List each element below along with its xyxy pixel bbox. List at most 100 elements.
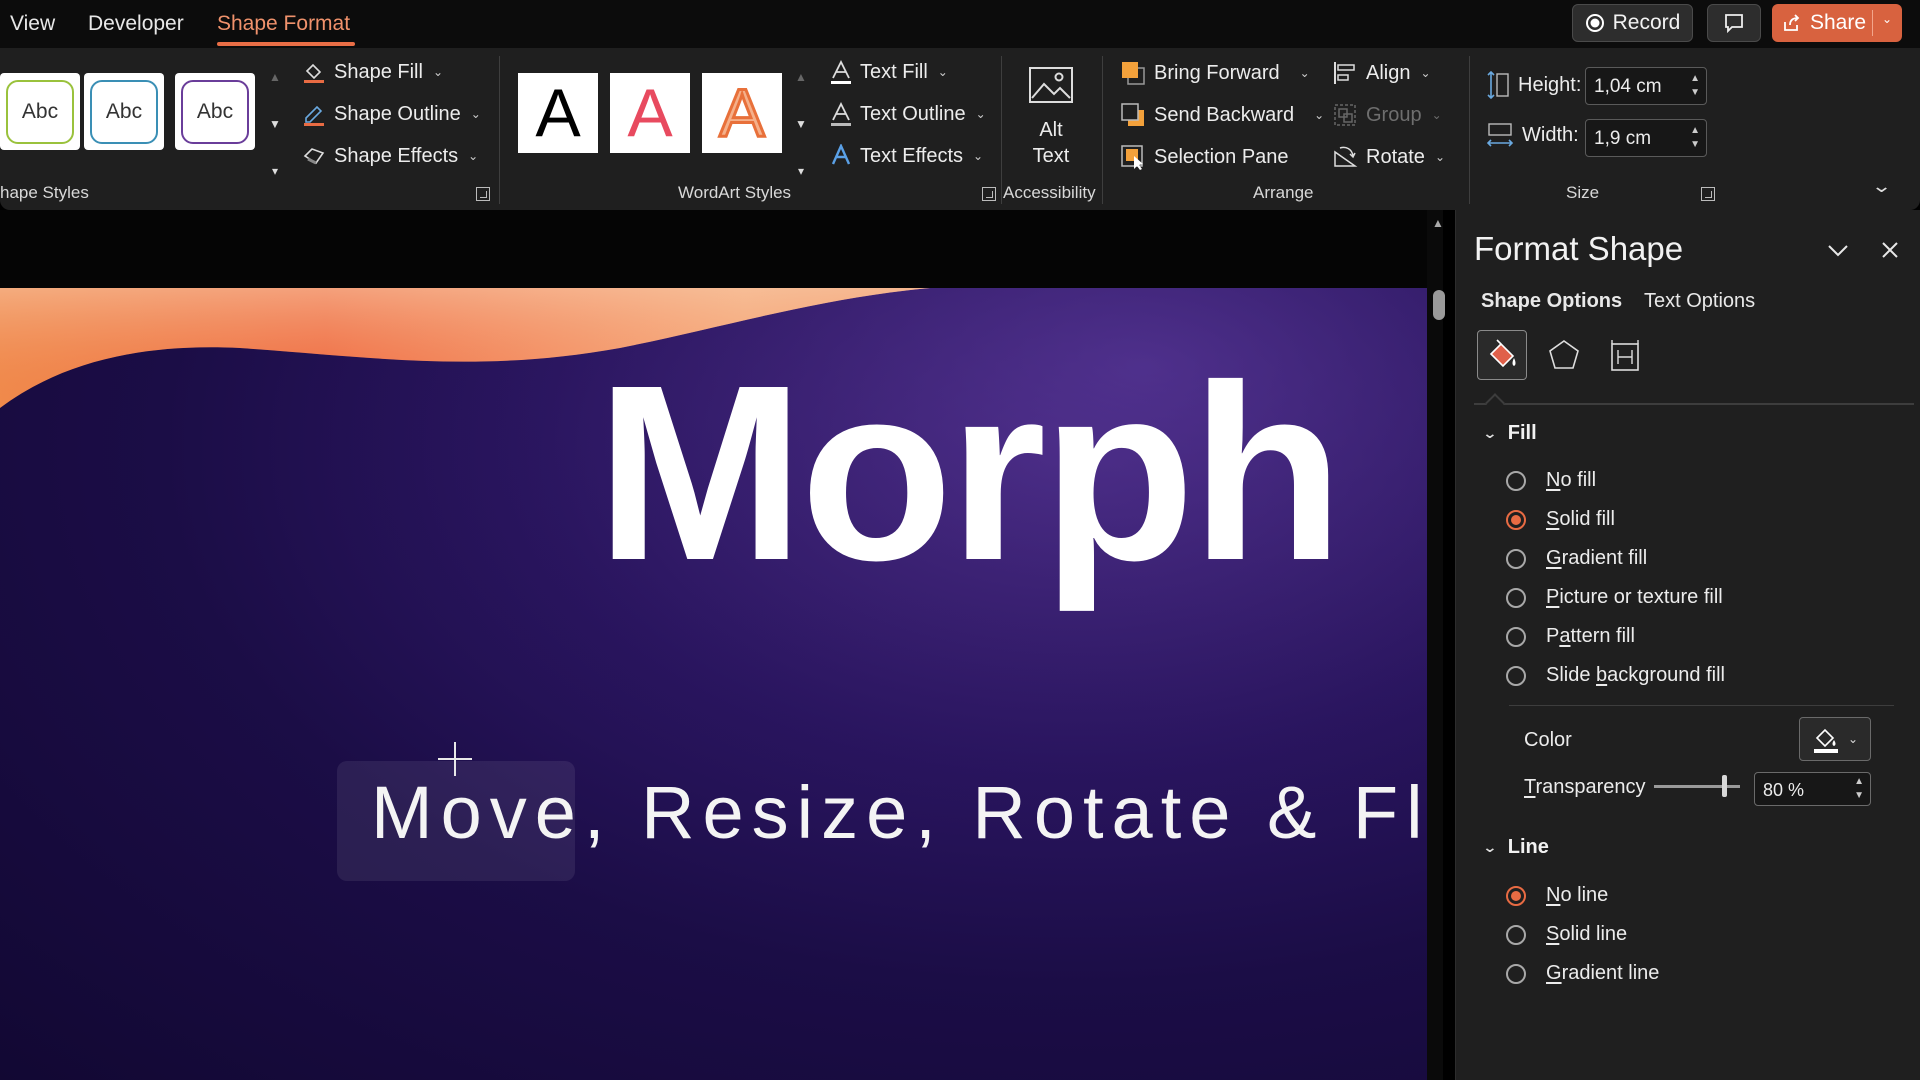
- line-radio[interactable]: [1506, 885, 1526, 906]
- shape-fill-button[interactable]: Shape Fill ⌄: [302, 60, 443, 84]
- fill-radio[interactable]: [1506, 470, 1526, 491]
- tab-shape-options[interactable]: Shape Options: [1481, 290, 1622, 313]
- shape-styles-gallery-scroll[interactable]: ▲ ▼ ▾: [263, 70, 287, 178]
- tab-shape-format[interactable]: Shape Format: [217, 12, 350, 36]
- wordart-dialog-launcher-icon[interactable]: [982, 187, 996, 201]
- fill-option[interactable]: Picture or texture fill: [1506, 586, 1723, 609]
- share-button[interactable]: Share ⌄: [1772, 4, 1902, 42]
- fill-option-label: No fill: [1546, 469, 1597, 491]
- close-icon[interactable]: [1874, 234, 1906, 266]
- line-option[interactable]: Gradient line: [1506, 962, 1659, 985]
- fill-radio[interactable]: [1506, 509, 1526, 530]
- fill-radio[interactable]: [1506, 548, 1526, 569]
- fill-section-header[interactable]: ⌄ Fill: [1482, 422, 1536, 445]
- fill-radio[interactable]: [1506, 587, 1526, 608]
- pane-options-chevron-icon[interactable]: [1822, 234, 1854, 266]
- line-option-label: Gradient line: [1546, 962, 1660, 984]
- tab-view[interactable]: View: [10, 12, 55, 36]
- align-button[interactable]: Align ⌄: [1332, 60, 1431, 86]
- vertical-scrollbar-thumb[interactable]: [1433, 290, 1445, 320]
- ribbon-tab-bar: View Developer Shape Format Record Share…: [0, 0, 1920, 48]
- bring-forward-icon: [1122, 62, 1145, 85]
- slide-title[interactable]: Morph: [596, 348, 1344, 598]
- slide-subtitle[interactable]: Move, Resize, Rotate & Flip: [371, 770, 1428, 855]
- text-effects-icon: [831, 144, 851, 165]
- group-button[interactable]: Group ⌄: [1332, 102, 1442, 128]
- line-option[interactable]: Solid line: [1506, 923, 1627, 946]
- record-button[interactable]: Record: [1572, 4, 1693, 42]
- vertical-scrollbar[interactable]: [1427, 210, 1443, 1080]
- chevron-down-icon: ⌄: [1847, 732, 1859, 746]
- shape-style-preset-2[interactable]: Abc: [84, 73, 164, 150]
- wordart-preset-red[interactable]: A: [610, 73, 690, 153]
- gallery-down-icon: ▼: [795, 117, 807, 131]
- size-group-label: Size: [1566, 183, 1600, 202]
- line-radio[interactable]: [1506, 963, 1526, 984]
- size-properties-category[interactable]: [1600, 330, 1650, 380]
- fill-option[interactable]: No fill: [1506, 469, 1596, 492]
- line-option-label: No line: [1546, 884, 1609, 906]
- wordart-preset-orange-outline[interactable]: A: [702, 73, 782, 153]
- paint-bucket-icon: [1813, 728, 1838, 753]
- line-option[interactable]: No line: [1506, 884, 1608, 907]
- send-backward-button[interactable]: Send Backward ⌄: [1120, 102, 1324, 128]
- text-outline-icon: [831, 102, 851, 126]
- wordart-gallery-scroll[interactable]: ▲ ▼ ▾: [789, 70, 813, 178]
- tab-developer[interactable]: Developer: [88, 12, 184, 36]
- fill-color-picker[interactable]: ⌄: [1799, 717, 1871, 761]
- wordart-preset-black[interactable]: A: [518, 73, 598, 153]
- share-dropdown-chevron-icon[interactable]: ⌄: [1882, 12, 1892, 26]
- slide[interactable]: Morph Move, Resize, Rotate & Flip: [0, 288, 1428, 1080]
- fill-radio[interactable]: [1506, 665, 1526, 686]
- alt-text-button[interactable]: Alt Text: [1018, 64, 1084, 169]
- line-section-header[interactable]: ⌄ Line: [1482, 836, 1549, 859]
- active-tab-indicator: [217, 42, 355, 46]
- paint-bucket-icon: [304, 63, 324, 83]
- tab-text-options[interactable]: Text Options: [1644, 290, 1755, 313]
- fill-option[interactable]: Gradient fill: [1506, 547, 1647, 570]
- send-backward-icon: [1121, 103, 1144, 126]
- effects-category[interactable]: [1539, 330, 1589, 380]
- bring-forward-button[interactable]: Bring Forward ⌄: [1120, 60, 1310, 86]
- rotate-icon: [1334, 146, 1358, 167]
- comments-button[interactable]: [1707, 4, 1761, 42]
- fill-option[interactable]: Slide background fill: [1506, 664, 1725, 687]
- height-spinner[interactable]: ▲ ▼: [1690, 72, 1700, 100]
- shape-styles-dialog-launcher-icon[interactable]: [476, 187, 490, 201]
- fill-option[interactable]: Pattern fill: [1506, 625, 1635, 648]
- gallery-more-icon: ▾: [797, 164, 805, 178]
- line-radio[interactable]: [1506, 924, 1526, 945]
- height-icon: [1487, 70, 1509, 100]
- share-icon: [1784, 14, 1800, 31]
- fill-line-category[interactable]: [1477, 330, 1527, 380]
- fill-option-label: Gradient fill: [1546, 547, 1648, 569]
- collapse-chevron-icon: ⌄: [1482, 839, 1498, 855]
- fill-option-label: Solid fill: [1546, 508, 1615, 530]
- text-effects-button[interactable]: Text Effects ⌄: [830, 144, 983, 168]
- height-input[interactable]: 1,04 cm ▲ ▼: [1585, 67, 1707, 105]
- shape-outline-button[interactable]: Shape Outline ⌄: [302, 102, 481, 126]
- transparency-slider[interactable]: [1654, 785, 1740, 788]
- share-label: Share: [1810, 11, 1867, 34]
- selection-pane-button[interactable]: Selection Pane: [1120, 144, 1289, 170]
- width-spinner[interactable]: ▲ ▼: [1690, 124, 1700, 152]
- text-outline-button[interactable]: Text Outline ⌄: [830, 102, 986, 126]
- shape-effects-button[interactable]: Shape Effects ⌄: [302, 144, 478, 168]
- collapse-ribbon-chevron-icon[interactable]: ⌄: [1871, 176, 1892, 197]
- width-input[interactable]: 1,9 cm ▲ ▼: [1585, 119, 1707, 157]
- rotate-button[interactable]: Rotate ⌄: [1332, 144, 1445, 170]
- shape-style-preset-3[interactable]: Abc: [175, 73, 255, 150]
- text-fill-button[interactable]: Text Fill ⌄: [830, 60, 948, 84]
- record-icon: [1585, 14, 1604, 32]
- ribbon: Abc Abc Abc ▲ ▼ ▾ Shape Fill ⌄ Shape Outl…: [0, 48, 1920, 210]
- scroll-up-arrow-icon[interactable]: ▲: [1432, 216, 1444, 230]
- record-label: Record: [1612, 11, 1681, 34]
- fill-option[interactable]: Solid fill: [1506, 508, 1615, 531]
- pen-outline-icon: [304, 105, 324, 126]
- transparency-input[interactable]: 80 % ▲ ▼: [1754, 772, 1871, 806]
- size-dialog-launcher-icon[interactable]: [1701, 187, 1715, 201]
- shape-style-preset-1[interactable]: Abc: [0, 73, 80, 150]
- transparency-slider-thumb[interactable]: [1722, 775, 1727, 797]
- fill-radio[interactable]: [1506, 626, 1526, 647]
- transparency-spinner[interactable]: ▲ ▼: [1854, 775, 1864, 803]
